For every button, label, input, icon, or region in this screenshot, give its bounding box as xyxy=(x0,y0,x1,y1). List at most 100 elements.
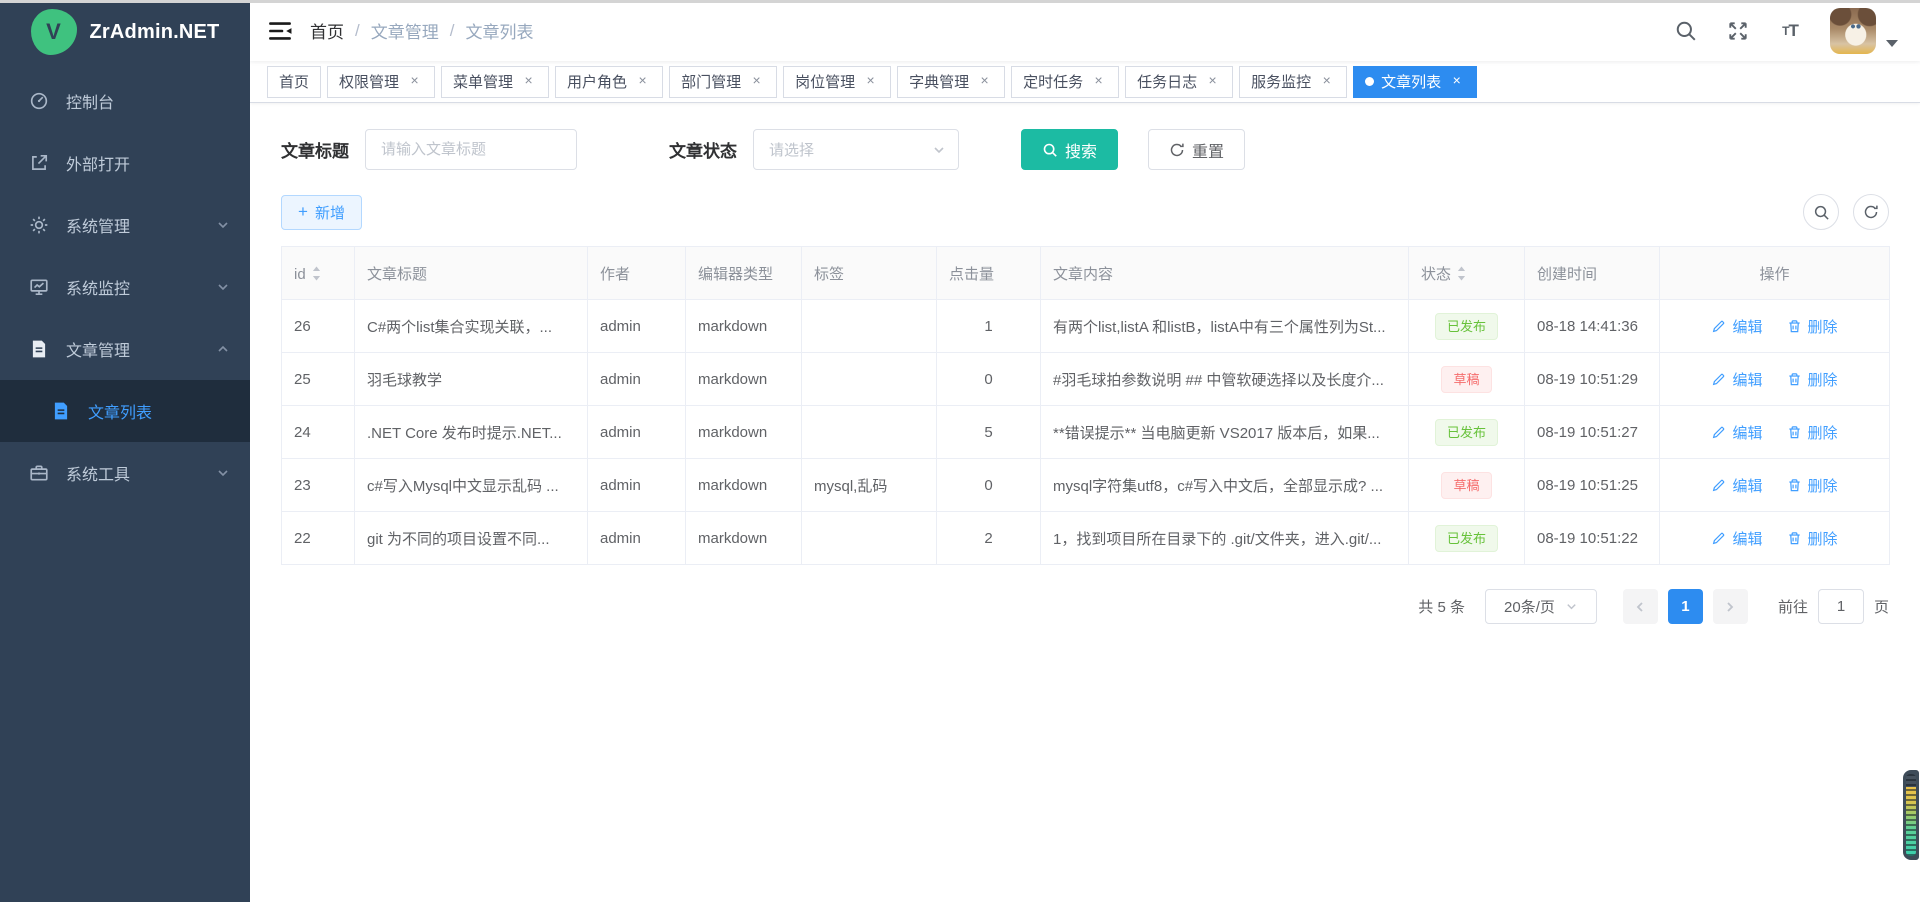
close-icon[interactable]: × xyxy=(862,73,879,90)
fullscreen-icon[interactable] xyxy=(1726,19,1750,43)
tab-menu-admin[interactable]: 菜单管理× xyxy=(441,66,549,98)
font-size-icon[interactable]: TT xyxy=(1778,19,1802,43)
browser-extension-handle[interactable] xyxy=(1903,770,1919,860)
cell-tags xyxy=(802,353,937,406)
tab-task-log[interactable]: 任务日志× xyxy=(1125,66,1233,98)
status-badge: 已发布 xyxy=(1435,525,1498,552)
search-icon xyxy=(1042,142,1058,158)
add-button[interactable]: + 新增 xyxy=(281,195,362,230)
close-icon[interactable]: × xyxy=(1204,73,1221,90)
delete-button[interactable]: 删除 xyxy=(1787,475,1838,496)
sidebar-item-article-list[interactable]: 文章列表 xyxy=(0,380,250,442)
sidebar-item-system-admin[interactable]: 系统管理 xyxy=(0,194,250,256)
tab-label: 部门管理 xyxy=(681,71,741,92)
cell-editor-type: markdown xyxy=(686,353,802,406)
article-status-select[interactable]: 请选择 xyxy=(753,129,959,170)
sidebar-item-external[interactable]: 外部打开 xyxy=(0,132,250,194)
page-number-button[interactable]: 1 xyxy=(1668,589,1703,624)
reset-button[interactable]: 重置 xyxy=(1148,129,1245,170)
close-icon[interactable]: × xyxy=(748,73,765,90)
edit-button[interactable]: 编辑 xyxy=(1711,369,1762,390)
chevron-down-icon xyxy=(932,143,946,157)
avatar[interactable] xyxy=(1830,8,1876,54)
cell-actions: 编辑 删除 xyxy=(1660,459,1890,512)
delete-button[interactable]: 删除 xyxy=(1787,316,1838,337)
tab-dict[interactable]: 字典管理× xyxy=(897,66,1005,98)
tab-post[interactable]: 岗位管理× xyxy=(783,66,891,98)
sidebar-item-label: 系统监控 xyxy=(66,275,216,299)
close-icon[interactable]: × xyxy=(1090,73,1107,90)
prev-page-button[interactable] xyxy=(1623,589,1658,624)
cell-created: 08-19 10:51:22 xyxy=(1525,512,1660,565)
table-row[interactable]: 22 git 为不同的项目设置不同... admin markdown 2 1，… xyxy=(282,512,1890,565)
select-placeholder: 请选择 xyxy=(769,139,814,160)
edit-button[interactable]: 编辑 xyxy=(1711,316,1762,337)
cell-title: git 为不同的项目设置不同... xyxy=(355,512,588,565)
next-page-button[interactable] xyxy=(1713,589,1748,624)
logo-letter: V xyxy=(46,19,61,45)
delete-button[interactable]: 删除 xyxy=(1787,528,1838,549)
sidebar-item-article-admin[interactable]: 文章管理 xyxy=(0,318,250,380)
sidebar-item-label: 外部打开 xyxy=(66,151,230,175)
delete-button[interactable]: 删除 xyxy=(1787,422,1838,443)
breadcrumb-separator: / xyxy=(450,21,455,41)
chevron-left-icon xyxy=(1633,600,1647,614)
gear-icon xyxy=(28,214,50,236)
tab-service-monitor[interactable]: 服务监控× xyxy=(1239,66,1347,98)
table-row[interactable]: 24 .NET Core 发布时提示.NET... admin markdown… xyxy=(282,406,1890,459)
external-link-icon xyxy=(28,152,50,174)
delete-button[interactable]: 删除 xyxy=(1787,369,1838,390)
trash-icon xyxy=(1787,319,1802,334)
cell-content: **错误提示** 当电脑更新 VS2017 版本后，如果... xyxy=(1041,406,1409,459)
sidebar-item-system-tools[interactable]: 系统工具 xyxy=(0,442,250,504)
cell-title: 羽毛球教学 xyxy=(355,353,588,406)
goto-page-group: 前往 页 xyxy=(1778,589,1889,624)
tab-article-list[interactable]: 文章列表× xyxy=(1353,66,1477,98)
table-row[interactable]: 25 羽毛球教学 admin markdown 0 #羽毛球拍参数说明 ## 中… xyxy=(282,353,1890,406)
tab-user-role[interactable]: 用户角色× xyxy=(555,66,663,98)
sort-icon[interactable] xyxy=(1456,264,1467,283)
sidebar-item-system-monitor[interactable]: 系统监控 xyxy=(0,256,250,318)
cell-clicks: 1 xyxy=(937,300,1041,353)
breadcrumb-article-admin[interactable]: 文章管理 xyxy=(371,18,439,43)
column-label: 标签 xyxy=(814,266,844,283)
avatar-dropdown-caret-icon[interactable] xyxy=(1886,40,1898,47)
sidebar-collapse-icon[interactable] xyxy=(268,20,292,42)
pencil-icon xyxy=(1711,425,1726,440)
table-search-toggle-button[interactable] xyxy=(1803,194,1839,230)
column-header-status[interactable]: 状态 xyxy=(1409,247,1525,300)
edit-button[interactable]: 编辑 xyxy=(1711,475,1762,496)
table-row[interactable]: 26 C#两个list集合实现关联，... admin markdown 1 有… xyxy=(282,300,1890,353)
search-icon[interactable] xyxy=(1674,19,1698,43)
page-size-select[interactable]: 20条/页 xyxy=(1485,589,1597,624)
cell-tags xyxy=(802,512,937,565)
close-icon[interactable]: × xyxy=(1448,73,1465,90)
article-title-input[interactable] xyxy=(365,129,577,170)
edit-button[interactable]: 编辑 xyxy=(1711,528,1762,549)
sort-icon[interactable] xyxy=(311,264,322,283)
close-icon[interactable]: × xyxy=(976,73,993,90)
delete-label: 删除 xyxy=(1808,422,1838,443)
breadcrumb-home[interactable]: 首页 xyxy=(310,18,344,43)
app-logo[interactable]: V ZrAdmin.NET xyxy=(0,0,250,64)
close-icon[interactable]: × xyxy=(520,73,537,90)
filter-form: 文章标题 文章状态 请选择 搜索 重置 xyxy=(281,129,1889,170)
sidebar-item-dashboard[interactable]: 控制台 xyxy=(0,70,250,132)
tab-scheduled-task[interactable]: 定时任务× xyxy=(1011,66,1119,98)
column-label: 状态 xyxy=(1421,266,1451,283)
close-icon[interactable]: × xyxy=(634,73,651,90)
close-icon[interactable]: × xyxy=(1318,73,1335,90)
refresh-icon xyxy=(1863,204,1879,220)
cell-editor-type: markdown xyxy=(686,512,802,565)
tab-home[interactable]: 首页 xyxy=(267,66,321,98)
cell-actions: 编辑 删除 xyxy=(1660,512,1890,565)
close-icon[interactable]: × xyxy=(406,73,423,90)
table-refresh-button[interactable] xyxy=(1853,194,1889,230)
edit-button[interactable]: 编辑 xyxy=(1711,422,1762,443)
tab-permission[interactable]: 权限管理× xyxy=(327,66,435,98)
table-row[interactable]: 23 c#写入Mysql中文显示乱码 ... admin markdown my… xyxy=(282,459,1890,512)
search-button[interactable]: 搜索 xyxy=(1021,129,1118,170)
column-header-id[interactable]: id xyxy=(282,247,355,300)
goto-page-input[interactable] xyxy=(1818,589,1864,624)
tab-department[interactable]: 部门管理 × xyxy=(669,66,777,98)
